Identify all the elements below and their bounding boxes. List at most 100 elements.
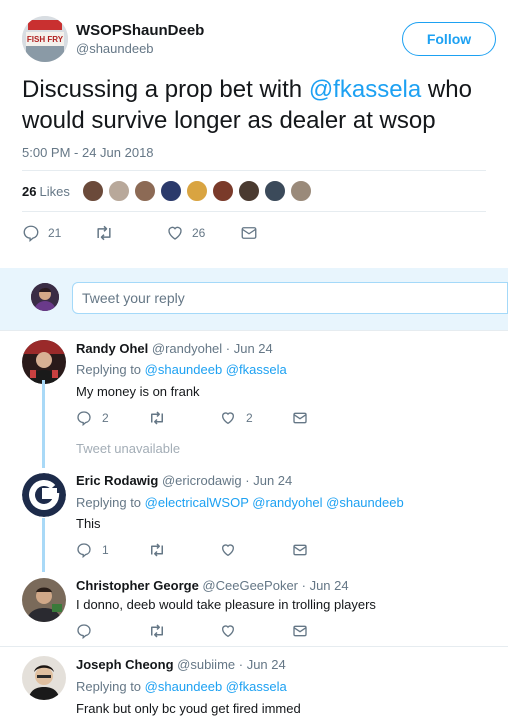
- replying-to-prefix: Replying to: [76, 362, 145, 377]
- like-action[interactable]: 26: [166, 224, 240, 242]
- reply-author-handle[interactable]: @CeeGeePoker: [202, 578, 298, 593]
- heart-icon: [221, 625, 235, 638]
- reply-date[interactable]: · Jun 24: [245, 473, 292, 488]
- reply-date[interactable]: · Jun 24: [226, 341, 273, 356]
- like-count: 26: [192, 226, 206, 240]
- reply-count: 2: [102, 411, 109, 425]
- replying-to-prefix: Replying to: [76, 679, 145, 694]
- tweet-unavailable: Tweet unavailable: [76, 441, 181, 456]
- liker-avatar[interactable]: [107, 180, 130, 202]
- like-count: 2: [246, 411, 253, 425]
- reply-item[interactable]: Christopher George @CeeGeePoker · Jun 24…: [0, 570, 508, 646]
- likes-count[interactable]: 26: [22, 184, 36, 199]
- retweet-action[interactable]: [148, 542, 220, 558]
- tweet-mention-link[interactable]: @fkassela: [309, 76, 421, 103]
- replying-to-links[interactable]: @shaundeeb @fkassela: [145, 362, 287, 377]
- reply-author-name[interactable]: Joseph Cheong: [76, 657, 174, 672]
- liker-avatar[interactable]: [237, 180, 260, 202]
- likes-row: 26 Likes: [22, 180, 316, 202]
- like-action[interactable]: 2: [220, 410, 292, 426]
- replying-to-links[interactable]: @electricalWSOP @randyohel @shaundeeb: [145, 495, 404, 510]
- follow-button[interactable]: Follow: [402, 22, 496, 56]
- tweet-timestamp[interactable]: 5:00 PM - 24 Jun 2018: [22, 145, 154, 160]
- thread-line: [42, 380, 45, 468]
- reply-author-handle[interactable]: @ericrodawig: [162, 473, 242, 488]
- reply-item[interactable]: Joseph Cheong @subiime · Jun 24 Replying…: [0, 646, 508, 724]
- envelope-icon: [293, 412, 307, 424]
- divider: [22, 211, 486, 212]
- likes-label[interactable]: Likes: [39, 184, 69, 199]
- retweet-action[interactable]: [148, 623, 220, 639]
- dm-action[interactable]: [292, 624, 308, 638]
- envelope-icon: [293, 544, 307, 556]
- heart-icon: [221, 544, 235, 557]
- dm-action[interactable]: [240, 225, 270, 241]
- reply-avatar[interactable]: [22, 473, 66, 517]
- reply-avatar[interactable]: [22, 340, 66, 384]
- replying-to: Replying to @shaundeeb @fkassela: [76, 679, 287, 694]
- main-tweet: FISH FRY WSOPShaunDeeb @shaundeeb Follow…: [0, 0, 508, 268]
- envelope-icon: [293, 625, 307, 637]
- reply-author-name[interactable]: Randy Ohel: [76, 341, 148, 356]
- reply-actions: 1: [76, 542, 308, 558]
- reply-avatar[interactable]: [22, 656, 66, 700]
- like-action[interactable]: [220, 542, 292, 558]
- heart-icon: [221, 412, 235, 425]
- retweet-icon: [97, 225, 111, 241]
- reply-icon: [77, 624, 91, 639]
- retweet-icon: [151, 543, 163, 557]
- dm-action[interactable]: [292, 543, 308, 557]
- reply-avatar[interactable]: [22, 578, 66, 622]
- liker-avatar[interactable]: [159, 180, 182, 202]
- reply-author-handle[interactable]: @randyohel: [152, 341, 222, 356]
- reply-text: Frank but only bc youd get fired immed: [76, 701, 301, 716]
- reply-actions: 2 2: [76, 410, 308, 426]
- liker-avatar[interactable]: [185, 180, 208, 202]
- reply-count: 21: [48, 226, 62, 240]
- liker-avatar[interactable]: [81, 180, 104, 202]
- reply-date[interactable]: · Jun 24: [239, 657, 286, 672]
- retweet-action[interactable]: [94, 224, 166, 242]
- replying-to-links[interactable]: @shaundeeb @fkassela: [145, 679, 287, 694]
- tweet-text-part: Discussing a prop bet with: [22, 76, 309, 103]
- likers-avatars: [81, 180, 316, 202]
- reply-text: I donno, deeb would take pleasure in tro…: [76, 597, 376, 612]
- current-user-avatar: [31, 283, 59, 311]
- author-handle[interactable]: @shaundeeb: [76, 41, 154, 56]
- reply-text: My money is on frank: [76, 384, 200, 399]
- reply-author-name[interactable]: Christopher George: [76, 578, 199, 593]
- envelope-icon: [241, 227, 257, 239]
- reply-item[interactable]: Eric Rodawig @ericrodawig · Jun 24 Reply…: [0, 465, 508, 570]
- reply-icon: [77, 411, 91, 426]
- like-action[interactable]: [220, 623, 292, 639]
- reply-author-handle[interactable]: @subiime: [177, 657, 235, 672]
- divider: [22, 170, 486, 171]
- reply-author-name[interactable]: Eric Rodawig: [76, 473, 158, 488]
- liker-avatar[interactable]: [289, 180, 312, 202]
- reply-composer: Tweet your reply: [0, 268, 508, 330]
- reply-action[interactable]: 2: [76, 410, 148, 426]
- tweet-actions: 21 26: [22, 224, 270, 242]
- reply-date[interactable]: · Jun 24: [302, 578, 349, 593]
- tweet-text: Discussing a prop bet with @fkassela who…: [22, 74, 497, 136]
- reply-text: This: [76, 516, 101, 531]
- reply-input[interactable]: Tweet your reply: [72, 282, 508, 314]
- author-name[interactable]: WSOPShaunDeeb: [76, 22, 204, 39]
- replying-to: Replying to @electricalWSOP @randyohel @…: [76, 495, 404, 510]
- reply-header: Randy Ohel @randyohel · Jun 24: [76, 341, 273, 356]
- liker-avatar[interactable]: [211, 180, 234, 202]
- reply-action[interactable]: [76, 623, 148, 639]
- thread-line: [42, 518, 45, 572]
- reply-actions: [76, 623, 308, 639]
- liker-avatar[interactable]: [263, 180, 286, 202]
- liker-avatar[interactable]: [133, 180, 156, 202]
- replying-to-prefix: Replying to: [76, 495, 145, 510]
- retweet-icon: [151, 624, 163, 638]
- retweet-action[interactable]: [148, 410, 220, 426]
- author-avatar[interactable]: FISH FRY: [22, 16, 68, 62]
- dm-action[interactable]: [292, 411, 308, 425]
- reply-action[interactable]: 21: [22, 224, 94, 242]
- reply-count: 1: [102, 543, 109, 557]
- reply-action[interactable]: 1: [76, 542, 148, 558]
- replying-to: Replying to @shaundeeb @fkassela: [76, 362, 287, 377]
